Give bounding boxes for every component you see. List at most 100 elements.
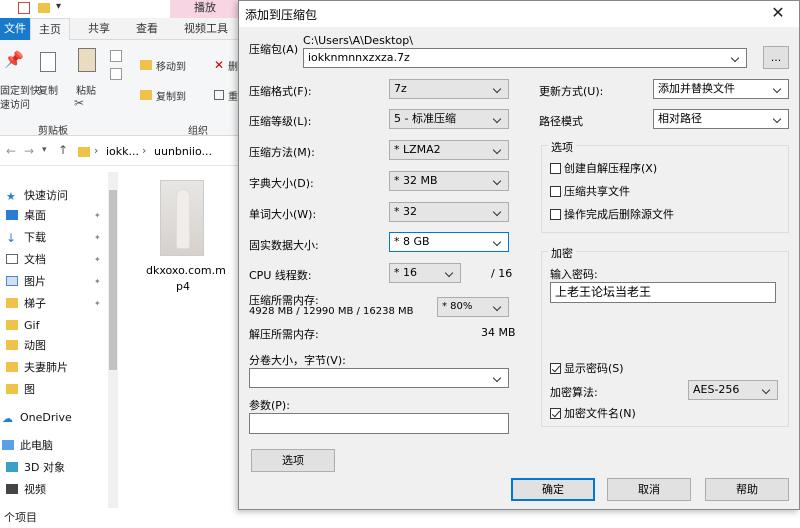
decompress-memory-value: 34 MB (481, 326, 516, 339)
nav-item[interactable]: 图 (6, 380, 35, 400)
organize-group-label: 组织 (188, 126, 208, 137)
breadcrumb-segment-1[interactable]: iokk... (106, 145, 139, 158)
pin-to-quick-access-label-2[interactable]: 速访问 (0, 96, 30, 111)
tab-view[interactable]: 查看 (136, 18, 158, 40)
nav-item[interactable]: 此电脑 (2, 436, 53, 456)
cpu-threads-total: / 16 (491, 267, 513, 280)
file-name-line-2[interactable]: p4 (176, 280, 190, 293)
browse-button[interactable]: ... (763, 46, 789, 69)
path-mode-value: 相对路径 (658, 112, 702, 125)
create-sfx-label: 创建自解压程序(X) (564, 162, 658, 175)
nav-item[interactable]: ★ 快速访问 (6, 186, 68, 206)
chevron-down-icon[interactable] (730, 49, 742, 67)
method-label: 压缩方法(M): (249, 146, 315, 159)
up-arrow-icon[interactable]: ↑ (58, 143, 68, 157)
chevron-down-icon[interactable] (492, 369, 504, 387)
compress-shared-checkbox[interactable]: 压缩共享文件 (550, 185, 630, 198)
nav-item-label: 快速访问 (24, 189, 68, 202)
nav-item[interactable]: 夫妻肺片 (6, 358, 68, 378)
split-size-combo[interactable] (249, 368, 509, 388)
show-password-checkbox[interactable]: 显示密码(S) (550, 362, 624, 375)
tab-share[interactable]: 共享 (88, 18, 110, 40)
chevron-down-icon[interactable] (492, 172, 504, 190)
chevron-down-icon[interactable] (492, 233, 504, 251)
chevron-down-icon[interactable] (492, 110, 504, 128)
copy-to-button[interactable]: 复制到 (156, 88, 186, 103)
nav-item[interactable]: 视频 (6, 480, 46, 500)
chevron-down-icon[interactable] (492, 298, 504, 316)
nav-item[interactable]: ☁ OneDrive (2, 408, 72, 428)
delete-after-checkbox[interactable]: 操作完成后删除源文件 (550, 208, 674, 221)
file-name-line-1[interactable]: dkxoxo.com.m (146, 264, 226, 277)
level-select[interactable]: 5 - 标准压缩 (389, 109, 509, 129)
paste-icon (78, 48, 96, 72)
create-sfx-checkbox[interactable]: 创建自解压程序(X) (550, 162, 657, 175)
pin-to-quick-access-label-1[interactable]: 固定到快 (0, 82, 40, 97)
chevron-down-icon[interactable] (492, 80, 504, 98)
cpu-threads-select[interactable]: * 16 (389, 263, 461, 283)
archive-name-combo[interactable]: iokknmnnxzxza.7z (303, 48, 747, 68)
help-button[interactable]: 帮助 (705, 478, 789, 501)
password-input[interactable]: 上老王论坛当老王 (550, 282, 776, 303)
copy-button[interactable]: 复制 (38, 82, 58, 97)
nav-item[interactable]: ↓ 下载 ✦ (6, 228, 101, 248)
close-icon[interactable]: ✕ (767, 3, 789, 25)
address-bar[interactable]: ← → ▾ ↑ › iokk... › uunbniio... (0, 138, 240, 166)
cancel-button[interactable]: 取消 (607, 478, 691, 501)
move-to-button[interactable]: 移动到 (156, 58, 186, 73)
chevron-down-icon[interactable] (761, 381, 773, 399)
recent-dropdown-icon[interactable]: ▾ (42, 145, 47, 155)
parameters-label: 参数(P): (249, 399, 290, 412)
format-select[interactable]: 7z (389, 79, 509, 99)
tab-video-tools[interactable]: 视频工具 (184, 18, 228, 40)
checkbox-checked-icon (550, 363, 561, 374)
desktop-icon (6, 210, 18, 220)
video-thumbnail-icon[interactable] (160, 180, 204, 256)
split-size-label: 分卷大小，字节(V): (249, 354, 346, 367)
options-button[interactable]: 选项 (251, 449, 335, 472)
paste-button[interactable]: 粘贴 (76, 82, 96, 97)
encryption-method-select[interactable]: AES-256 (688, 380, 778, 400)
pin-icon: ✦ (94, 277, 101, 286)
pin-icon: 📌 (4, 50, 24, 69)
nav-item[interactable]: 桌面 ✦ (6, 206, 101, 226)
chevron-down-icon[interactable] (492, 203, 504, 221)
rename-button[interactable]: 重 (228, 88, 238, 103)
cpu-threads-value: * 16 (394, 266, 417, 279)
chevron-down-icon[interactable] (772, 80, 784, 98)
options-group-title: 选项 (548, 139, 576, 155)
nav-item[interactable]: 梯子 ✦ (6, 294, 101, 314)
nav-item[interactable]: Gif (6, 316, 39, 336)
quick-access-dropdown-icon[interactable]: ▾ (56, 1, 61, 12)
forward-arrow-icon[interactable]: → (24, 144, 34, 158)
update-mode-label: 更新方式(U): (539, 85, 604, 98)
show-password-label: 显示密码(S) (564, 362, 624, 375)
chevron-down-icon[interactable] (772, 110, 784, 128)
solid-block-label: 固实数据大小: (249, 239, 319, 252)
ok-button[interactable]: 确定 (511, 478, 595, 501)
update-mode-select[interactable]: 添加并替换文件 (653, 79, 789, 99)
method-select[interactable]: * LZMA2 (389, 140, 509, 160)
back-arrow-icon[interactable]: ← (6, 144, 16, 158)
delete-button[interactable]: 删 (228, 58, 238, 73)
chevron-down-icon[interactable] (492, 141, 504, 159)
nav-item[interactable]: 动图 (6, 336, 46, 356)
dictionary-select[interactable]: * 32 MB (389, 171, 509, 191)
tab-file[interactable]: 文件 (0, 18, 30, 40)
memory-percent-select[interactable]: * 80% (437, 297, 509, 317)
word-size-select[interactable]: * 32 (389, 202, 509, 222)
nav-scrollbar-thumb[interactable] (109, 190, 117, 370)
solid-block-select[interactable]: * 8 GB (389, 232, 509, 252)
path-mode-select[interactable]: 相对路径 (653, 109, 789, 129)
tab-home[interactable]: 主页 (30, 18, 70, 40)
chevron-down-icon[interactable] (444, 264, 456, 282)
nav-item[interactable]: 文档 ✦ (6, 250, 101, 270)
tab-play[interactable]: 播放 (170, 0, 240, 18)
breadcrumb-segment-2[interactable]: uunbniio... (154, 145, 212, 158)
dialog-titlebar: 添加到压缩包 ✕ (239, 1, 799, 27)
encrypt-names-checkbox[interactable]: 加密文件名(N) (550, 407, 636, 420)
nav-item[interactable]: 图片 ✦ (6, 272, 101, 292)
nav-item[interactable]: 3D 对象 (6, 458, 65, 478)
folder-icon (78, 147, 90, 157)
parameters-input[interactable] (249, 413, 509, 434)
